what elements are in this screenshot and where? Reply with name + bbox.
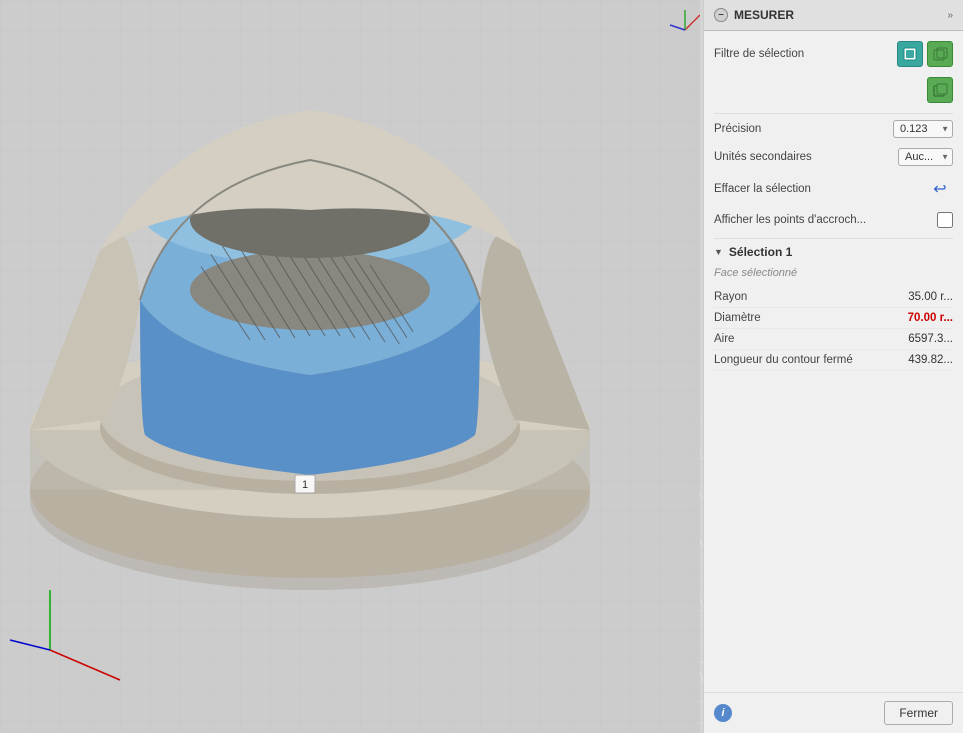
separator-1 [714, 113, 953, 114]
clear-selection-label: Effacer la sélection [714, 183, 811, 195]
precision-dropdown[interactable]: 0.1 0.12 0.123 0.1234 [893, 120, 953, 138]
precision-row: Précision 0.1 0.12 0.123 0.1234 [714, 120, 953, 138]
face-selected-label: Face sélectionné [714, 267, 953, 279]
diametre-label: Diamètre [714, 312, 761, 324]
precision-dropdown-wrapper: 0.1 0.12 0.123 0.1234 [893, 120, 953, 138]
diametre-value: 70.00 r... [908, 312, 953, 324]
measure-panel: − MESURER » Filtre de sélection [703, 0, 963, 733]
filter-row: Filtre de sélection [714, 41, 953, 67]
separator-2 [714, 238, 953, 239]
clear-selection-button[interactable]: ↩ [927, 176, 953, 202]
filter-icons [897, 41, 953, 67]
info-icon[interactable]: i [714, 704, 732, 722]
contour-label: Longueur du contour fermé [714, 354, 853, 366]
precision-label: Précision [714, 123, 761, 135]
panel-header: − MESURER » [704, 0, 963, 31]
solid-filter-button[interactable] [927, 41, 953, 67]
edge-filter-button[interactable] [927, 77, 953, 103]
aire-label: Aire [714, 333, 734, 345]
panel-collapse-button[interactable]: − [714, 8, 728, 22]
secondary-units-label: Unités secondaires [714, 151, 812, 163]
selection-section-title: Sélection 1 [729, 245, 792, 259]
panel-body: Filtre de sélection [704, 31, 963, 692]
selection-section-header: ▼ Sélection 1 [714, 245, 953, 259]
clear-selection-row: Effacer la sélection ↩ [714, 176, 953, 202]
panel-expand-icon[interactable]: » [947, 10, 953, 21]
face-filter-button[interactable] [897, 41, 923, 67]
secondary-units-row: Unités secondaires Auc... mm cm m [714, 148, 953, 166]
filter-label: Filtre de sélection [714, 48, 804, 60]
aire-row: Aire 6597.3... [714, 329, 953, 350]
snap-points-row: Afficher les points d'accroch... [714, 212, 953, 228]
units-dropdown[interactable]: Auc... mm cm m [898, 148, 953, 166]
rayon-label: Rayon [714, 291, 747, 303]
snap-points-checkbox[interactable] [937, 212, 953, 228]
units-dropdown-wrapper: Auc... mm cm m [898, 148, 953, 166]
contour-row: Longueur du contour fermé 439.82... [714, 350, 953, 371]
contour-value: 439.82... [908, 354, 953, 366]
section-triangle-icon: ▼ [714, 247, 723, 257]
diametre-row: Diamètre 70.00 r... [714, 308, 953, 329]
panel-footer: i Fermer [704, 692, 963, 733]
svg-text:1: 1 [302, 479, 308, 491]
aire-value: 6597.3... [908, 333, 953, 345]
close-button[interactable]: Fermer [884, 701, 953, 725]
panel-title: MESURER [734, 8, 794, 22]
snap-points-label: Afficher les points d'accroch... [714, 214, 866, 226]
filter-row2 [714, 77, 953, 103]
rayon-value: 35.00 r... [908, 291, 953, 303]
rayon-row: Rayon 35.00 r... [714, 287, 953, 308]
